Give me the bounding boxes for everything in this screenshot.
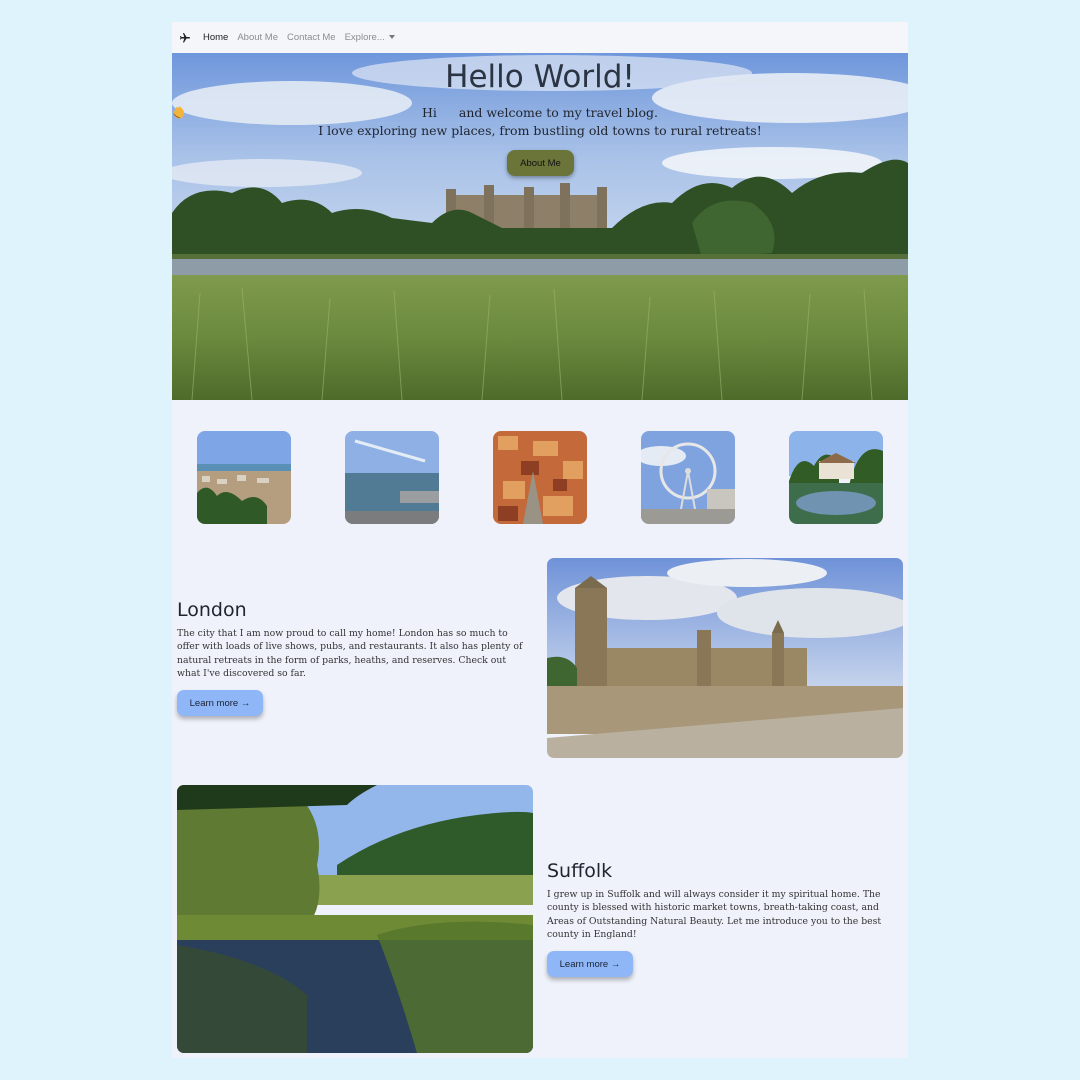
thumbnail-london-eye[interactable]: [641, 431, 735, 524]
suffolk-river-photo: [177, 785, 533, 1053]
hero-banner: Hello World! Hi and welcome to my travel…: [172, 53, 908, 400]
about-me-button[interactable]: About Me: [507, 150, 574, 176]
thumbnail-old-town-rooftops[interactable]: [493, 431, 587, 524]
waving-hand-icon: [173, 105, 455, 119]
london-parliament-photo: [547, 558, 903, 758]
thumbnail-coastal-town[interactable]: [197, 431, 291, 524]
nav-explore-dropdown[interactable]: Explore...: [345, 32, 395, 43]
hero-welcome-text: and welcome to my travel blog.: [458, 105, 658, 120]
airplane-icon[interactable]: [178, 31, 192, 45]
london-learn-more-button[interactable]: Learn more →: [177, 690, 263, 716]
london-title: London: [177, 599, 247, 621]
suffolk-learn-more-button[interactable]: Learn more →: [547, 951, 633, 977]
thumbnail-cottage-pond[interactable]: [789, 431, 883, 524]
hero-title: Hello World!: [445, 59, 635, 95]
nav-about-me[interactable]: About Me: [237, 32, 278, 43]
navbar: Home About Me Contact Me Explore...: [172, 22, 908, 53]
nav-contact-me[interactable]: Contact Me: [287, 32, 336, 43]
nav-explore-label: Explore...: [344, 32, 385, 43]
chevron-down-icon: [388, 35, 395, 40]
page: Home About Me Contact Me Explore... Hell…: [172, 22, 908, 1058]
hero-welcome-line: Hi and welcome to my travel blog.: [172, 105, 908, 120]
nav-home[interactable]: Home: [203, 32, 228, 43]
thumbnail-harbour[interactable]: [345, 431, 439, 524]
suffolk-title: Suffolk: [547, 860, 613, 882]
hero-hi-text: Hi: [422, 105, 437, 120]
london-description: The city that I am now proud to call my …: [177, 628, 523, 679]
hero-intro-line: I love exploring new places, from bustli…: [318, 123, 762, 138]
suffolk-description: I grew up in Suffolk and will always con…: [547, 889, 882, 940]
